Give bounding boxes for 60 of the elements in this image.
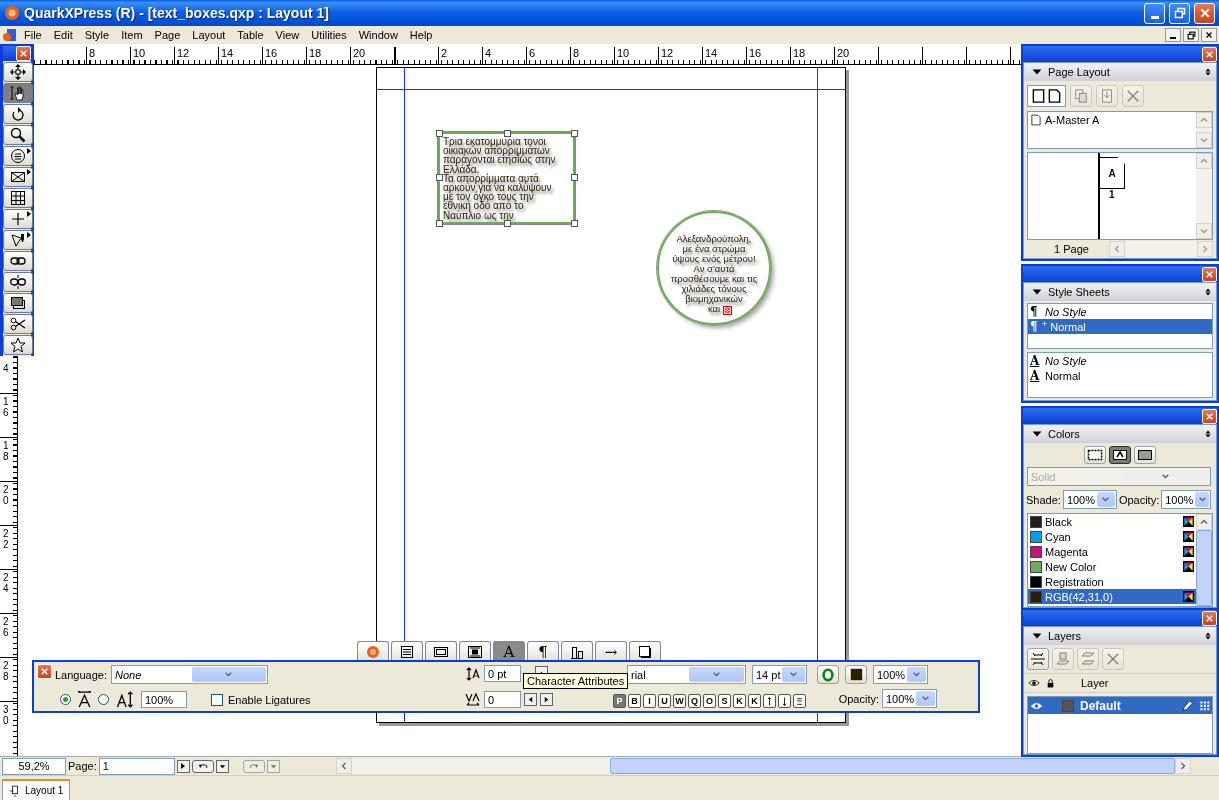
color-name: RGB(42,31,0): [1045, 590, 1114, 603]
text-box-content: Αλεξανδρούπολη, με ένα στρώμα ύψους ενός μέτρου! Αν σ'αυτά προσθέσουμε και τις χιλιάδες τόνους βιομηχανικών και: [670, 233, 758, 314]
style-name: Normal: [1050, 320, 1086, 333]
ruler-label: 16: [749, 47, 762, 59]
ruler-label: 16: [265, 47, 278, 59]
ruler-label: 26: [3, 616, 9, 638]
color-name: Registration: [1045, 575, 1105, 588]
page-label: Page:: [68, 760, 97, 772]
column-header: Layer: [1081, 677, 1109, 689]
modified-marker: +: [1042, 319, 1048, 329]
ruler-label: 22: [3, 528, 9, 550]
ruler-label: 6: [529, 47, 536, 59]
ruler-label: 12: [177, 47, 190, 59]
style-name: Normal: [1045, 369, 1081, 382]
color-name: New Color: [1045, 560, 1098, 573]
layer-name: Default: [1080, 698, 1122, 713]
character-symbol: A: [1030, 368, 1041, 383]
ruler-label: 16: [3, 396, 9, 418]
ruler-label: 4: [3, 363, 9, 374]
color-name: Black: [1045, 515, 1073, 528]
ruler-label: 30: [3, 704, 9, 726]
ruler-label: 20: [3, 484, 9, 506]
page-count: 1 Page: [1054, 243, 1089, 255]
ruler-label: 18: [309, 47, 322, 59]
paragraph-symbol: ¶: [1030, 304, 1039, 319]
palette-title: Page Layout: [1048, 66, 1111, 78]
opacity-label: Opacity:: [838, 692, 879, 705]
language-label: Language:: [55, 668, 107, 681]
shade-label: Shade:: [1026, 493, 1061, 506]
ruler-label: 28: [3, 660, 9, 682]
ruler-label: 8: [573, 47, 580, 59]
window-title: QuarkXPress (R) - [text_boxes.qxp : Layout 1]: [24, 5, 330, 21]
ruler-label: 14: [705, 47, 718, 59]
palette-title: Colors: [1048, 428, 1081, 440]
ruler-label: 10: [617, 47, 630, 59]
ruler-label: 10: [133, 47, 146, 59]
ruler-label: 4: [485, 47, 492, 59]
style-name: No Style: [1045, 305, 1087, 318]
ruler-label: 2: [441, 47, 448, 59]
checkbox-label: Enable Ligatures: [228, 693, 311, 706]
ruler-label: 20: [353, 47, 366, 59]
page-number: 1: [1109, 189, 1115, 200]
character-symbol: A: [1030, 353, 1041, 368]
ruler-label: 18: [793, 47, 806, 59]
color-name: Cyan: [1045, 530, 1072, 543]
ruler-label: 24: [3, 572, 9, 594]
palette-title: Style Sheets: [1048, 286, 1111, 298]
ruler-label: 20: [837, 47, 850, 59]
paragraph-symbol: ¶: [1030, 319, 1039, 334]
color-name: Magenta: [1045, 545, 1089, 558]
palette-title: Layers: [1048, 630, 1083, 642]
opacity-label: Opacity:: [1118, 493, 1160, 506]
tab-label: Layout 1: [25, 785, 64, 796]
style-name: No Style: [1045, 354, 1087, 367]
ruler-label: 12: [661, 47, 674, 59]
ruler-label: 18: [3, 440, 9, 462]
tooltip: Character Attributes: [523, 673, 629, 689]
text-box-content: Τρια εκατομμυρια τονοι οικιακών απορριμμάτων παράγονται ετησίως στην Ελλάδα. Τα απορρίμματα αυτά αρκούν για να καλύψουν με τον όγκο τους την εθνική οδό από το Ναύπλιο ως την: [443, 137, 557, 220]
ruler-label: 14: [221, 47, 234, 59]
ruler-label: 8: [89, 47, 96, 59]
